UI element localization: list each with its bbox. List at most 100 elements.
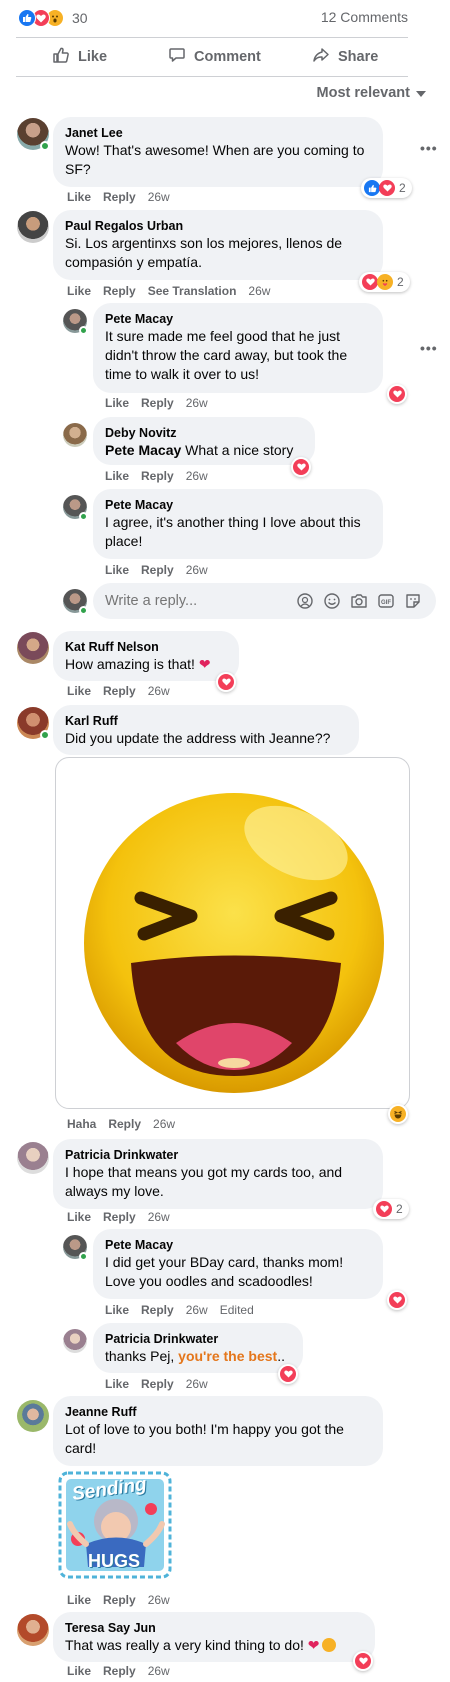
- comment-actions: Like Reply 26w: [105, 563, 220, 577]
- comment-actions: Like Reply 26w: [67, 1593, 182, 1607]
- timestamp[interactable]: 26w: [186, 396, 208, 410]
- sort-dropdown[interactable]: Most relevant: [317, 85, 426, 101]
- emoji-icon[interactable]: [323, 592, 341, 615]
- avatar[interactable]: [17, 1142, 49, 1174]
- reaction-badge[interactable]: 2: [373, 1199, 409, 1219]
- comment-author[interactable]: Karl Ruff: [65, 713, 347, 729]
- comment-author[interactable]: Paul Regalos Urban: [65, 218, 371, 234]
- reply-link[interactable]: Reply: [141, 396, 174, 410]
- laughing-face-icon: [84, 793, 384, 1093]
- comment-button[interactable]: Comment: [168, 46, 261, 68]
- love-reaction-icon: [218, 674, 234, 690]
- laughing-emoji-icon: [321, 1638, 336, 1652]
- comment-author[interactable]: Patricia Drinkwater: [105, 1331, 291, 1347]
- timestamp[interactable]: 26w: [186, 1303, 208, 1317]
- online-status-dot: [40, 141, 50, 151]
- haha-link[interactable]: Haha: [67, 1117, 96, 1131]
- laughing-emoji-gif[interactable]: [55, 757, 410, 1109]
- avatar[interactable]: [17, 1614, 49, 1646]
- comment-count[interactable]: 12 Comments: [321, 9, 408, 25]
- like-link[interactable]: Like: [105, 469, 129, 483]
- reply-link[interactable]: Reply: [103, 1664, 136, 1678]
- timestamp[interactable]: 26w: [148, 684, 170, 698]
- comment-author[interactable]: Janet Lee: [65, 125, 371, 141]
- reaction-badge[interactable]: [353, 1651, 373, 1671]
- comment-author[interactable]: Jeanne Ruff: [65, 1404, 371, 1420]
- comment-author[interactable]: Patricia Drinkwater: [65, 1147, 371, 1163]
- timestamp[interactable]: 26w: [148, 1664, 170, 1678]
- like-link[interactable]: Like: [105, 1377, 129, 1391]
- reply-link[interactable]: Reply: [103, 284, 136, 298]
- reply-link[interactable]: Reply: [141, 1303, 174, 1317]
- mention-link[interactable]: Pete Macay: [105, 442, 181, 458]
- reaction-badge[interactable]: [291, 457, 311, 477]
- comment-author[interactable]: Deby Novitz: [105, 425, 303, 441]
- like-link[interactable]: Like: [105, 563, 129, 577]
- like-link[interactable]: Like: [67, 284, 91, 298]
- comment-author[interactable]: Kat Ruff Nelson: [65, 639, 227, 655]
- comment-bubble: Patricia Drinkwater I hope that means yo…: [53, 1139, 383, 1209]
- love-reaction-icon: [280, 1366, 296, 1382]
- like-link[interactable]: Like: [67, 684, 91, 698]
- avatar[interactable]: [17, 211, 49, 243]
- reply-link[interactable]: Reply: [141, 1377, 174, 1391]
- reply-link[interactable]: Reply: [108, 1117, 141, 1131]
- gif-icon[interactable]: GIF: [377, 592, 395, 615]
- reaction-badge[interactable]: [387, 384, 407, 404]
- like-link[interactable]: Like: [67, 1593, 91, 1607]
- comment-bubble: Janet Lee Wow! That's awesome! When are …: [53, 117, 383, 187]
- timestamp[interactable]: 26w: [248, 284, 270, 298]
- comment-author[interactable]: Pete Macay: [105, 497, 371, 513]
- reply-bubble: Patricia Drinkwater thanks Pej, you're t…: [93, 1323, 303, 1373]
- avatar[interactable]: [63, 423, 87, 447]
- reply-link[interactable]: Reply: [103, 684, 136, 698]
- like-link[interactable]: Like: [67, 1210, 91, 1224]
- reply-link[interactable]: Reply: [103, 1210, 136, 1224]
- camera-icon[interactable]: [350, 592, 368, 615]
- like-link[interactable]: Like: [67, 190, 91, 204]
- love-reaction-icon: [389, 386, 405, 402]
- reaction-badge[interactable]: 2: [361, 178, 412, 198]
- more-options-icon[interactable]: •••: [420, 140, 438, 156]
- reply-text-field[interactable]: [105, 591, 265, 611]
- comment-text: I hope that means you got my cards too, …: [65, 1164, 343, 1199]
- reaction-summary[interactable]: 30: [18, 8, 88, 28]
- timestamp[interactable]: 26w: [148, 190, 170, 204]
- timestamp[interactable]: 26w: [153, 1117, 175, 1131]
- like-reaction-icon: [364, 180, 380, 196]
- reaction-badge[interactable]: 2: [359, 272, 410, 292]
- love-reaction-icon: [362, 274, 378, 290]
- more-options-icon[interactable]: •••: [420, 340, 438, 356]
- reply-link[interactable]: Reply: [103, 190, 136, 204]
- share-button[interactable]: Share: [312, 46, 378, 68]
- reply-link[interactable]: Reply: [103, 1593, 136, 1607]
- comment-author[interactable]: Pete Macay: [105, 1237, 371, 1253]
- avatar[interactable]: [17, 1400, 49, 1432]
- reply-link[interactable]: Reply: [141, 469, 174, 483]
- like-link[interactable]: Like: [67, 1664, 91, 1678]
- see-translation-link[interactable]: See Translation: [148, 284, 237, 298]
- like-link[interactable]: Like: [105, 396, 129, 410]
- sending-hugs-sticker[interactable]: Sending HUGS: [56, 1469, 174, 1581]
- like-button[interactable]: Like: [52, 46, 107, 68]
- comment-text: Wow! That's awesome! When are you coming…: [65, 142, 365, 177]
- reply-link[interactable]: Reply: [141, 563, 174, 577]
- reaction-badge[interactable]: [387, 1290, 407, 1310]
- reaction-badge[interactable]: [278, 1364, 298, 1384]
- comment-author[interactable]: Pete Macay: [105, 311, 371, 327]
- reply-input[interactable]: GIF: [93, 583, 436, 619]
- reaction-badge[interactable]: [388, 1104, 408, 1124]
- comment-text: I agree, it's another thing I love about…: [105, 514, 361, 549]
- timestamp[interactable]: 26w: [186, 563, 208, 577]
- timestamp[interactable]: 26w: [148, 1210, 170, 1224]
- comment-author[interactable]: Teresa Say Jun: [65, 1620, 363, 1636]
- timestamp[interactable]: 26w: [148, 1593, 170, 1607]
- avatar-sticker-icon[interactable]: [296, 592, 314, 615]
- reaction-badge[interactable]: [216, 672, 236, 692]
- timestamp[interactable]: 26w: [186, 1377, 208, 1391]
- avatar[interactable]: [17, 632, 49, 664]
- sticker-icon[interactable]: [404, 592, 422, 615]
- avatar[interactable]: [63, 1329, 87, 1353]
- like-link[interactable]: Like: [105, 1303, 129, 1317]
- timestamp[interactable]: 26w: [186, 469, 208, 483]
